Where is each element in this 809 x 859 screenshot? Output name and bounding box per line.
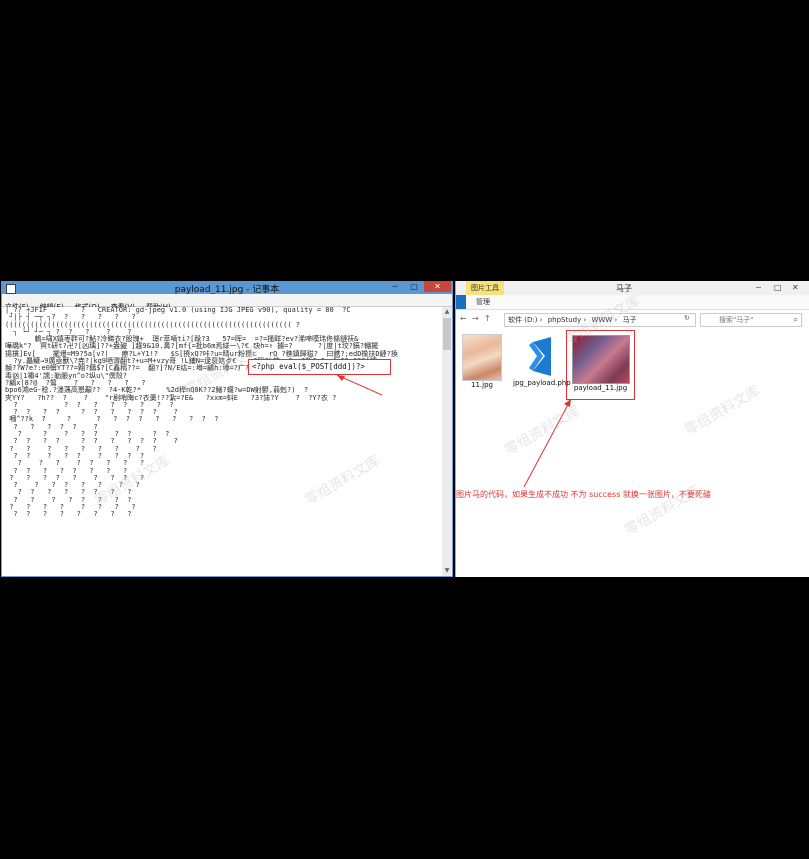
address-bar[interactable]: 软件 (D:) › phpStudy › WWW › 马子 [504,313,696,327]
manage-tab[interactable]: 管理 [476,295,490,309]
search-icon: ⌕ [793,315,798,324]
scroll-down-icon[interactable]: ▼ [442,566,452,576]
vertical-scrollbar[interactable]: ▲ ▼ [442,307,452,576]
maximize-button[interactable]: □ [774,283,782,292]
explorer-window: 图片工具 马子 ─ □ ✕ 管理 ← → ↑ 软件 (D:) › phpStud… [455,281,809,577]
notepad-menubar: 文件(F) 编辑(E) 格式(O) 查看(V) 帮助(H) [2,294,452,311]
forward-icon[interactable]: → [472,314,479,323]
maximize-button[interactable]: □ [405,281,423,292]
annotation-arrow [523,398,572,488]
notepad-text-area[interactable]: |_?? +JFIF ? CREATOR: gd-jpeg v1.0 (usin… [2,307,442,576]
file-tab[interactable] [456,295,466,309]
explorer-titlebar[interactable]: 图片工具 马子 ─ □ ✕ [456,281,809,295]
notepad-window: payload_11.jpg - 记事本 ─ □ ✕ 文件(F) 编辑(E) 格… [1,281,453,577]
picture-tools-tab[interactable]: 图片工具 [466,281,504,295]
scroll-up-icon[interactable]: ▲ [442,307,452,317]
refresh-icon[interactable]: ↻ [684,314,690,322]
navigation-bar: ← → ↑ 软件 (D:) › phpStudy › WWW › 马子 ↻ 搜索… [456,311,809,327]
annotation-text: 图片马的代码，如果生成不成功 不为 success 就换一张图片，不要死磕 [456,490,711,499]
back-icon[interactable]: ← [460,314,467,323]
close-button[interactable]: ✕ [424,281,451,292]
breadcrumb-www[interactable]: WWW [591,316,612,324]
explorer-ribbon: 管理 [456,295,809,310]
minimize-button[interactable]: ─ [386,281,404,292]
breadcrumb-drive[interactable]: 软件 (D:) [508,316,537,324]
close-button[interactable]: ✕ [792,283,799,292]
search-input[interactable]: 搜索"马子" ⌕ [700,313,802,327]
pointer-arrow [336,374,383,396]
minimize-button[interactable]: ─ [756,283,761,292]
scroll-thumb[interactable] [443,318,451,350]
breadcrumb-current[interactable]: 马子 [623,316,637,324]
explorer-title: 马子 [616,284,632,293]
breadcrumb-phpstudy[interactable]: phpStudy [548,316,582,324]
up-icon[interactable]: ↑ [484,314,491,323]
search-placeholder: 搜索"马子" [719,316,754,324]
notepad-titlebar[interactable]: payload_11.jpg - 记事本 ─ □ ✕ [1,281,453,295]
file-list: 11.jpg jpg_payload.php payload_11.jpg 图片… [456,329,809,577]
